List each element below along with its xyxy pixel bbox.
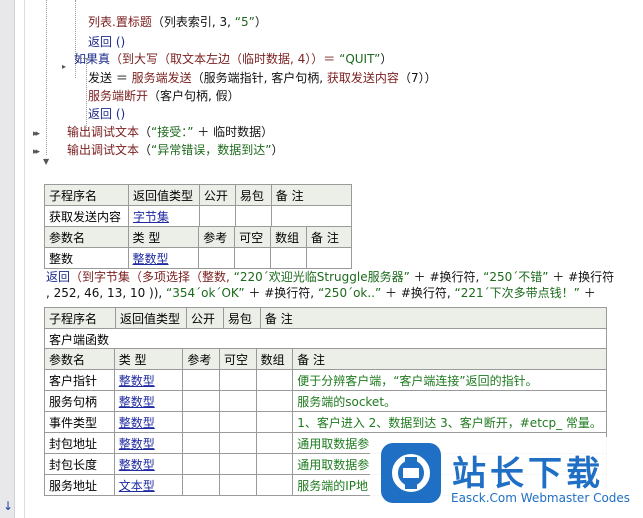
param-reference-cell[interactable] — [198, 247, 236, 269]
code-line-return-continued[interactable]: , 252, 46, 13, 10 )), “354´ok´OK” ＋ #换行符… — [46, 285, 596, 301]
param-reference-cell[interactable] — [182, 453, 220, 475]
param-remark-cell[interactable] — [306, 247, 352, 269]
col-return-type: 返回值类型 — [127, 184, 200, 206]
collapse-marker-icon[interactable]: ▸▸ — [33, 129, 40, 139]
remark-cell[interactable] — [270, 205, 353, 227]
param-type-cell[interactable]: 文本型 — [113, 474, 184, 496]
param-nullable-cell[interactable] — [218, 369, 257, 391]
subroutine-name-cell[interactable]: 客户端函数 — [44, 328, 607, 350]
param-type-cell[interactable]: 整数型 — [127, 247, 200, 269]
expand-arrow-icon[interactable]: ▼ — [43, 157, 49, 166]
editor-gutter — [0, 0, 15, 518]
scroll-down-arrow-icon[interactable]: ↓ — [3, 499, 13, 513]
param-reference-cell[interactable] — [182, 432, 220, 454]
col-param-name: 参数名 — [44, 348, 115, 370]
param-reference-cell[interactable] — [182, 369, 220, 391]
site-logo-icon — [381, 443, 441, 503]
subroutine-table-get-send-content: 子程序名 返回值类型 公开 易包 备 注 获取发送内容 字节集 — [44, 184, 353, 227]
code-line[interactable]: 发送 ＝ 服务端发送（服务端指针, 客户句柄, 获取发送内容（7）） — [88, 70, 437, 86]
col-type: 类 型 — [127, 226, 200, 248]
return-type-cell[interactable]: 字节集 — [127, 205, 200, 227]
param-reference-cell[interactable] — [182, 411, 220, 433]
col-easy-package: 易包 — [234, 184, 272, 206]
col-remark: 备 注 — [259, 307, 608, 329]
code-line-return[interactable]: 返回（到字节集（多项选择（整数, “220´欢迎光临Struggle服务器” ＋… — [46, 269, 614, 285]
param-reference-cell[interactable] — [182, 474, 220, 496]
param-array-cell[interactable] — [255, 432, 294, 454]
watermark-title: 站长下载 — [452, 454, 604, 494]
col-return-type: 返回值类型 — [114, 307, 187, 329]
param-nullable-cell[interactable] — [218, 453, 257, 475]
col-remark: 备 注 — [270, 184, 353, 206]
code-line[interactable]: 服务端断开（客户句柄, 假） — [88, 88, 240, 104]
code-line[interactable]: 输出调试文本（“异常错误，数据到达”） — [67, 142, 283, 158]
param-nullable-cell[interactable] — [218, 411, 257, 433]
col-remark: 备 注 — [306, 226, 352, 248]
col-public: 公开 — [198, 184, 236, 206]
param-remark-cell[interactable]: 服务端的socket。 — [292, 390, 607, 412]
param-type-cell[interactable]: 整数型 — [113, 369, 184, 391]
param-type-cell[interactable]: 整数型 — [113, 432, 184, 454]
param-array-cell[interactable] — [255, 411, 294, 433]
col-type: 类 型 — [113, 348, 184, 370]
col-array: 数组 — [270, 226, 308, 248]
col-array: 数组 — [255, 348, 294, 370]
subroutine-table-client-function: 子程序名 返回值类型 公开 易包 备 注 客户端函数 — [44, 307, 608, 350]
param-nullable-cell[interactable] — [218, 432, 257, 454]
collapse-marker-icon[interactable]: ▸▸ — [33, 147, 40, 157]
col-param-name: 参数名 — [44, 226, 129, 248]
param-array-cell[interactable] — [270, 247, 308, 269]
col-public: 公开 — [185, 307, 224, 329]
col-easy-package: 易包 — [222, 307, 261, 329]
gutter-divider — [24, 0, 25, 518]
col-reference: 参考 — [198, 226, 236, 248]
param-remark-cell[interactable]: 便于分辨客户端，“客户端连接”返回的指针。 — [292, 369, 607, 391]
code-line[interactable]: 列表.置标题（列表索引, 3, “5”） — [88, 14, 267, 30]
param-nullable-cell[interactable] — [218, 474, 257, 496]
param-nullable-cell[interactable] — [234, 247, 272, 269]
public-cell[interactable] — [198, 205, 236, 227]
indent-guide — [86, 58, 87, 130]
col-subroutine-name: 子程序名 — [44, 307, 116, 329]
param-array-cell[interactable] — [255, 390, 294, 412]
param-name-cell[interactable]: 整数 — [44, 247, 129, 269]
code-line[interactable]: 输出调试文本（“接受：” ＋ 临时数据） — [67, 124, 273, 140]
param-table-get-send-content: 参数名 类 型 参考 可空 数组 备 注 整数 整数型 — [44, 226, 352, 269]
col-reference: 参考 — [182, 348, 220, 370]
param-array-cell[interactable] — [255, 453, 294, 475]
param-type-cell[interactable]: 整数型 — [113, 453, 184, 475]
param-array-cell[interactable] — [255, 369, 294, 391]
param-reference-cell[interactable] — [182, 390, 220, 412]
col-subroutine-name: 子程序名 — [44, 184, 129, 206]
expand-arrow-icon[interactable]: ▸ — [62, 62, 66, 71]
code-line[interactable]: 返回 () — [88, 34, 125, 50]
param-name-cell[interactable]: 封包长度 — [44, 453, 115, 475]
easy-package-cell[interactable] — [234, 205, 272, 227]
param-type-cell[interactable]: 整数型 — [113, 411, 184, 433]
col-nullable: 可空 — [218, 348, 257, 370]
param-array-cell[interactable] — [255, 474, 294, 496]
param-name-cell[interactable]: 服务句柄 — [44, 390, 115, 412]
col-remark: 备 注 — [292, 348, 607, 370]
param-nullable-cell[interactable] — [218, 390, 257, 412]
code-line[interactable]: 如果真（到大写（取文本左边（临时数据, 4））＝ “QUIT”） — [74, 51, 392, 67]
param-name-cell[interactable]: 客户指针 — [44, 369, 115, 391]
param-name-cell[interactable]: 事件类型 — [44, 411, 115, 433]
param-type-cell[interactable]: 整数型 — [113, 390, 184, 412]
param-name-cell[interactable]: 服务地址 — [44, 474, 115, 496]
param-name-cell[interactable]: 封包地址 — [44, 432, 115, 454]
code-line[interactable]: 返回 () — [88, 106, 125, 122]
subroutine-name-cell[interactable]: 获取发送内容 — [44, 205, 129, 227]
col-nullable: 可空 — [234, 226, 272, 248]
watermark-subtitle: Easck.Com Webmaster Codes — [451, 491, 631, 505]
indent-guide — [46, 0, 47, 155]
param-remark-cell[interactable]: 1、客户进入 2、数据到达 3、客户断开，#etcp_ 常量。 — [292, 411, 607, 433]
